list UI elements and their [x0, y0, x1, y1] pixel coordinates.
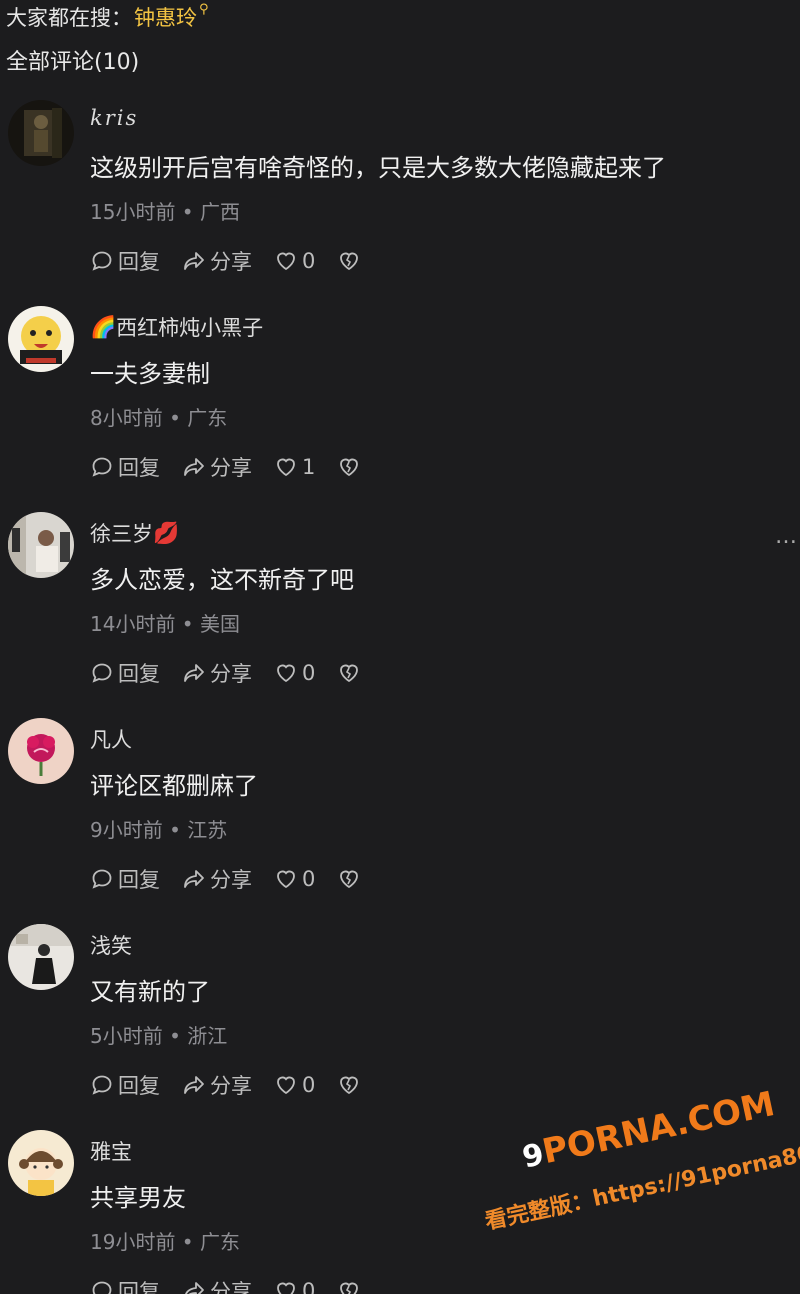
comment-text: 多人恋爱，这不新奇了吧 — [90, 566, 354, 594]
avatar[interactable] — [8, 1130, 74, 1196]
avatar[interactable] — [8, 306, 74, 372]
trending-search-bar[interactable]: 大家都在搜： 钟惠玲 ⚲ — [6, 0, 209, 34]
comment-meta: 14小时前 • 美国 — [90, 612, 240, 636]
search-prefix: 大家都在搜： — [6, 6, 132, 30]
search-icon: ⚲ — [199, 1, 209, 17]
reply-bubble-icon — [92, 663, 112, 683]
comment-actions: 回复 分享 0 — [90, 864, 361, 894]
share-button[interactable]: 分享 — [182, 452, 252, 482]
comment-item: 凡人 评论区都删麻了 9小时前 • 江苏 回复 分享 0 — [0, 718, 800, 924]
reply-bubble-icon — [92, 1281, 112, 1294]
heart-icon — [277, 458, 295, 477]
like-button[interactable]: 0 — [274, 867, 315, 891]
broken-heart-icon — [340, 252, 359, 271]
like-button[interactable]: 0 — [274, 249, 315, 273]
comment-username[interactable]: 🌈 西红柿炖小黑子 — [90, 312, 263, 342]
share-button[interactable]: 分享 — [182, 658, 252, 688]
reply-bubble-icon — [92, 251, 112, 271]
comment-meta: 8小时前 • 广东 — [90, 406, 228, 430]
heart-icon — [277, 664, 295, 683]
share-arrow-icon — [184, 458, 204, 476]
reply-button[interactable]: 回复 — [90, 452, 160, 482]
like-button[interactable]: 1 — [274, 455, 315, 479]
dislike-button[interactable] — [337, 1279, 361, 1294]
avatar[interactable] — [8, 924, 74, 990]
comment-text: 共享男友 — [90, 1184, 186, 1212]
avatar[interactable] — [8, 718, 74, 784]
comment-item: 🌈 西红柿炖小黑子 一夫多妻制 8小时前 • 广东 回复 分享 1 — [0, 306, 800, 512]
comment-text: 又有新的了 — [90, 978, 210, 1006]
comment-actions: 回复 分享 0 — [90, 1070, 361, 1100]
comments-count-header: 全部评论(10) — [6, 50, 140, 75]
broken-heart-icon — [340, 458, 359, 477]
comment-item: 徐三岁 💋 多人恋爱，这不新奇了吧 14小时前 • 美国 回复 分享 0 — [0, 512, 800, 718]
share-button[interactable]: 分享 — [182, 1070, 252, 1100]
share-button[interactable]: 分享 — [182, 246, 252, 276]
more-options-button[interactable]: … — [775, 524, 798, 549]
reply-bubble-icon — [92, 869, 112, 889]
comment-username[interactable]: 徐三岁 💋 — [90, 518, 179, 548]
share-arrow-icon — [184, 1076, 204, 1094]
reply-button[interactable]: 回复 — [90, 864, 160, 894]
rainbow-emoji: 🌈 — [90, 314, 117, 339]
comment-username[interactable]: 浅笑 — [90, 930, 132, 960]
reply-bubble-icon — [92, 1075, 112, 1095]
lips-emoji: 💋 — [153, 520, 180, 545]
search-term[interactable]: 钟惠玲 — [134, 2, 197, 32]
dislike-button[interactable] — [337, 455, 361, 479]
share-arrow-icon — [184, 252, 204, 270]
comment-username[interactable]: 凡人 — [90, 724, 132, 754]
comment-meta: 15小时前 • 广西 — [90, 200, 240, 224]
share-button[interactable]: 分享 — [182, 864, 252, 894]
comment-meta: 19小时前 • 广东 — [90, 1230, 240, 1254]
heart-icon — [277, 252, 295, 271]
comment-text: 一夫多妻制 — [90, 360, 210, 388]
comment-username[interactable]: kris — [90, 106, 138, 130]
heart-icon — [277, 870, 295, 889]
comment-actions: 回复 分享 0 — [90, 1276, 361, 1294]
avatar[interactable] — [8, 100, 74, 166]
share-arrow-icon — [184, 664, 204, 682]
share-button[interactable]: 分享 — [182, 1276, 252, 1294]
dislike-button[interactable] — [337, 661, 361, 685]
reply-button[interactable]: 回复 — [90, 1070, 160, 1100]
avatar[interactable] — [8, 512, 74, 578]
reply-button[interactable]: 回复 — [90, 1276, 160, 1294]
comment-text: 这级别开后宫有啥奇怪的，只是大多数大佬隐藏起来了 — [90, 154, 666, 182]
dislike-button[interactable] — [337, 249, 361, 273]
reply-button[interactable]: 回复 — [90, 246, 160, 276]
comment-actions: 回复 分享 1 — [90, 452, 361, 482]
comment-meta: 5小时前 • 浙江 — [90, 1024, 228, 1048]
comment-item: kris 这级别开后宫有啥奇怪的，只是大多数大佬隐藏起来了 15小时前 • 广西… — [0, 100, 800, 306]
heart-icon — [277, 1282, 295, 1294]
comment-actions: 回复 分享 0 — [90, 246, 361, 276]
comment-meta: 9小时前 • 江苏 — [90, 818, 228, 842]
share-arrow-icon — [184, 870, 204, 888]
broken-heart-icon — [340, 1076, 359, 1095]
heart-icon — [277, 1076, 295, 1095]
broken-heart-icon — [340, 1282, 359, 1294]
like-button[interactable]: 0 — [274, 1279, 315, 1294]
share-arrow-icon — [185, 1282, 204, 1294]
reply-button[interactable]: 回复 — [90, 658, 160, 688]
broken-heart-icon — [340, 664, 359, 683]
comment-text: 评论区都删麻了 — [90, 772, 258, 800]
dislike-button[interactable] — [337, 867, 361, 891]
broken-heart-icon — [340, 870, 359, 889]
like-button[interactable]: 0 — [274, 661, 315, 685]
dislike-button[interactable] — [337, 1073, 361, 1097]
comment-username[interactable]: 雅宝 — [90, 1136, 132, 1166]
reply-bubble-icon — [92, 457, 112, 477]
comment-actions: 回复 分享 0 — [90, 658, 361, 688]
like-button[interactable]: 0 — [274, 1073, 315, 1097]
